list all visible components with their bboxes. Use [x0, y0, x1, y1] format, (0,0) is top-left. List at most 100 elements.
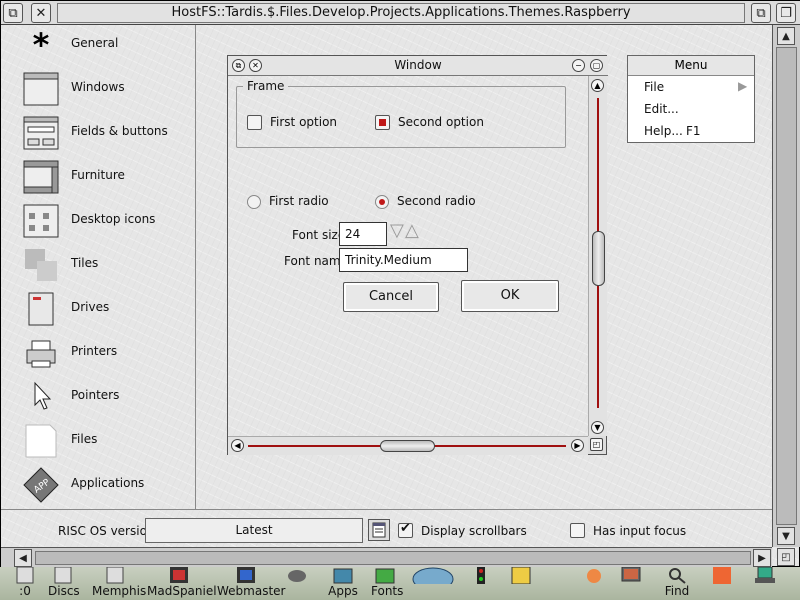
iconbar-item-globe[interactable] [410, 567, 456, 600]
scroll-down-icon[interactable]: ▼ [591, 421, 604, 434]
font-size-label: Font size [292, 228, 346, 242]
sidebar-item-desktop-icons[interactable]: Desktop icons [23, 201, 193, 241]
scroll-thumb[interactable] [776, 47, 797, 525]
iconbar-item-computer[interactable] [748, 567, 782, 600]
webmaster-icon [237, 567, 255, 583]
scroll-left-icon[interactable]: ◀ [231, 439, 244, 452]
iconbar-item-memphis[interactable]: Memphis [92, 567, 146, 600]
iconbar-item-display[interactable] [617, 567, 645, 600]
second-radio-button[interactable] [375, 195, 389, 209]
has-input-focus-checkbox[interactable] [570, 523, 585, 538]
scroll-right-icon[interactable]: ▶ [753, 549, 771, 567]
iconbar-item-paint[interactable] [580, 567, 608, 600]
preview-window-titlebar[interactable]: Window [228, 56, 608, 76]
scroll-up-icon[interactable]: ▲ [591, 79, 604, 92]
iconbar-item-find[interactable]: Find [660, 567, 694, 600]
sidebar-item-label: Tiles [71, 256, 99, 270]
cancel-button[interactable]: Cancel [343, 282, 439, 312]
scroll-left-icon[interactable]: ◀ [14, 549, 32, 567]
preview-vertical-scrollbar[interactable]: ▲ ▼ [588, 76, 607, 436]
sidebar-item-windows[interactable]: Windows [23, 69, 193, 109]
first-radio-button[interactable] [247, 195, 261, 209]
first-radio-label: First radio [269, 194, 329, 208]
sidebar-item-label: Printers [71, 344, 118, 358]
font-size-field[interactable]: 24 [339, 222, 387, 246]
sidebar-item-general[interactable]: * General [23, 25, 193, 65]
icon-bar: :0 Discs Memphis MadSpaniel Webmaster Ap… [0, 567, 800, 600]
increment-icon[interactable]: △ [405, 220, 419, 241]
font-name-field[interactable]: Trinity.Medium [339, 248, 468, 272]
iconbar-item-notepad[interactable] [506, 567, 536, 600]
iconbar-item-fonts[interactable]: Fonts [371, 567, 403, 600]
preview-window[interactable]: Window ⧉ ✕ − ▢ Frame First option Second… [227, 55, 608, 455]
sidebar-item-label: Pointers [71, 388, 120, 402]
scroll-thumb[interactable] [35, 551, 751, 565]
sidebar-item-applications[interactable]: APP Applications [23, 465, 193, 505]
close-icon[interactable]: ✕ [31, 3, 51, 23]
sidebar-item-label: Furniture [71, 168, 125, 182]
has-input-focus-label: Has input focus [593, 524, 687, 538]
iconbar-item-discs[interactable]: Discs [48, 567, 80, 600]
iconbar-item-webmaster[interactable]: Webmaster [217, 567, 285, 600]
iconbar-item-traffic-light[interactable] [470, 567, 492, 600]
back-icon[interactable]: ⧉ [232, 59, 245, 72]
globe-icon [412, 567, 454, 584]
toggle-size-icon[interactable]: ❐ [776, 3, 796, 23]
computer-icon [755, 567, 775, 583]
window-title[interactable]: HostFS::Tardis.$.Files.Develop.Projects.… [57, 3, 745, 23]
display-scrollbars-checkbox[interactable]: ✔ [398, 521, 413, 538]
drive-icon [28, 292, 54, 326]
back-icon[interactable]: ⧉ [3, 3, 23, 23]
scroll-right-icon[interactable]: ▶ [571, 439, 584, 452]
second-radio-label: Second radio [397, 194, 476, 208]
scroll-down-icon[interactable]: ▼ [777, 527, 795, 545]
frame-group: Frame First option Second option [236, 79, 566, 148]
sidebar-item-files[interactable]: Files [23, 421, 193, 461]
second-option-checkbox[interactable] [375, 115, 390, 130]
tiles-icon [25, 249, 57, 281]
fields-buttons-icon [23, 116, 59, 150]
scroll-up-icon[interactable]: ▲ [777, 27, 795, 45]
menu-item-help[interactable]: Help... [644, 124, 683, 138]
display-icon [621, 567, 641, 582]
resize-icon[interactable]: ◰ [590, 438, 603, 451]
pointer-icon [34, 381, 52, 410]
sidebar-item-label: Files [71, 432, 98, 446]
iconbar-item-app-1[interactable] [284, 567, 310, 600]
title-bar[interactable]: ⧉ ✕ HostFS::Tardis.$.Files.Develop.Proje… [1, 1, 800, 25]
main-vertical-scrollbar[interactable]: ▲ ▼ [772, 25, 800, 547]
preview-content: Frame First option Second option First r… [228, 76, 588, 436]
sidebar-item-printers[interactable]: Printers [23, 333, 193, 373]
decrement-icon[interactable]: ▽ [390, 220, 404, 241]
iconbar-item-hostfs[interactable]: :0 [14, 567, 36, 600]
asterisk-icon: * [32, 26, 50, 64]
menu-title: Menu [628, 56, 754, 76]
frame-label: Frame [243, 79, 289, 93]
drive-icon [16, 567, 34, 584]
main-horizontal-scrollbar[interactable]: ◀ ▶ [1, 547, 772, 568]
scroll-thumb[interactable] [592, 231, 605, 286]
version-menu-icon[interactable] [368, 519, 390, 541]
scroll-thumb[interactable] [380, 440, 435, 452]
menu-item-file[interactable]: File [644, 80, 664, 94]
menu-item-edit[interactable]: Edit... [644, 102, 679, 116]
iconbar-item-madspaniel[interactable]: MadSpaniel [147, 567, 217, 600]
sidebar-item-drives[interactable]: Drives [23, 289, 193, 329]
iconise-icon[interactable]: − [572, 59, 585, 72]
sidebar-item-tiles[interactable]: Tiles [23, 245, 193, 285]
iconise-icon[interactable]: ⧉ [751, 3, 771, 23]
close-icon[interactable]: ✕ [249, 59, 262, 72]
toggle-size-icon[interactable]: ▢ [590, 59, 603, 72]
preview-menu: Menu File ▶ Edit... Help... F1 [627, 55, 755, 143]
paint-icon [587, 569, 601, 583]
sidebar-item-fields-buttons[interactable]: Fields & buttons [23, 113, 193, 153]
resize-icon[interactable]: ◰ [777, 548, 795, 566]
iconbar-item-apps[interactable]: Apps [328, 567, 358, 600]
sidebar-item-pointers[interactable]: Pointers [23, 377, 193, 417]
preview-horizontal-scrollbar[interactable]: ◀ ▶ [228, 436, 588, 455]
iconbar-item-magazine[interactable] [705, 567, 739, 600]
display-scrollbars-label: Display scrollbars [421, 524, 527, 538]
first-option-checkbox[interactable] [247, 115, 262, 130]
ok-button[interactable]: OK [461, 280, 559, 312]
sidebar-item-furniture[interactable]: Furniture [23, 157, 193, 197]
